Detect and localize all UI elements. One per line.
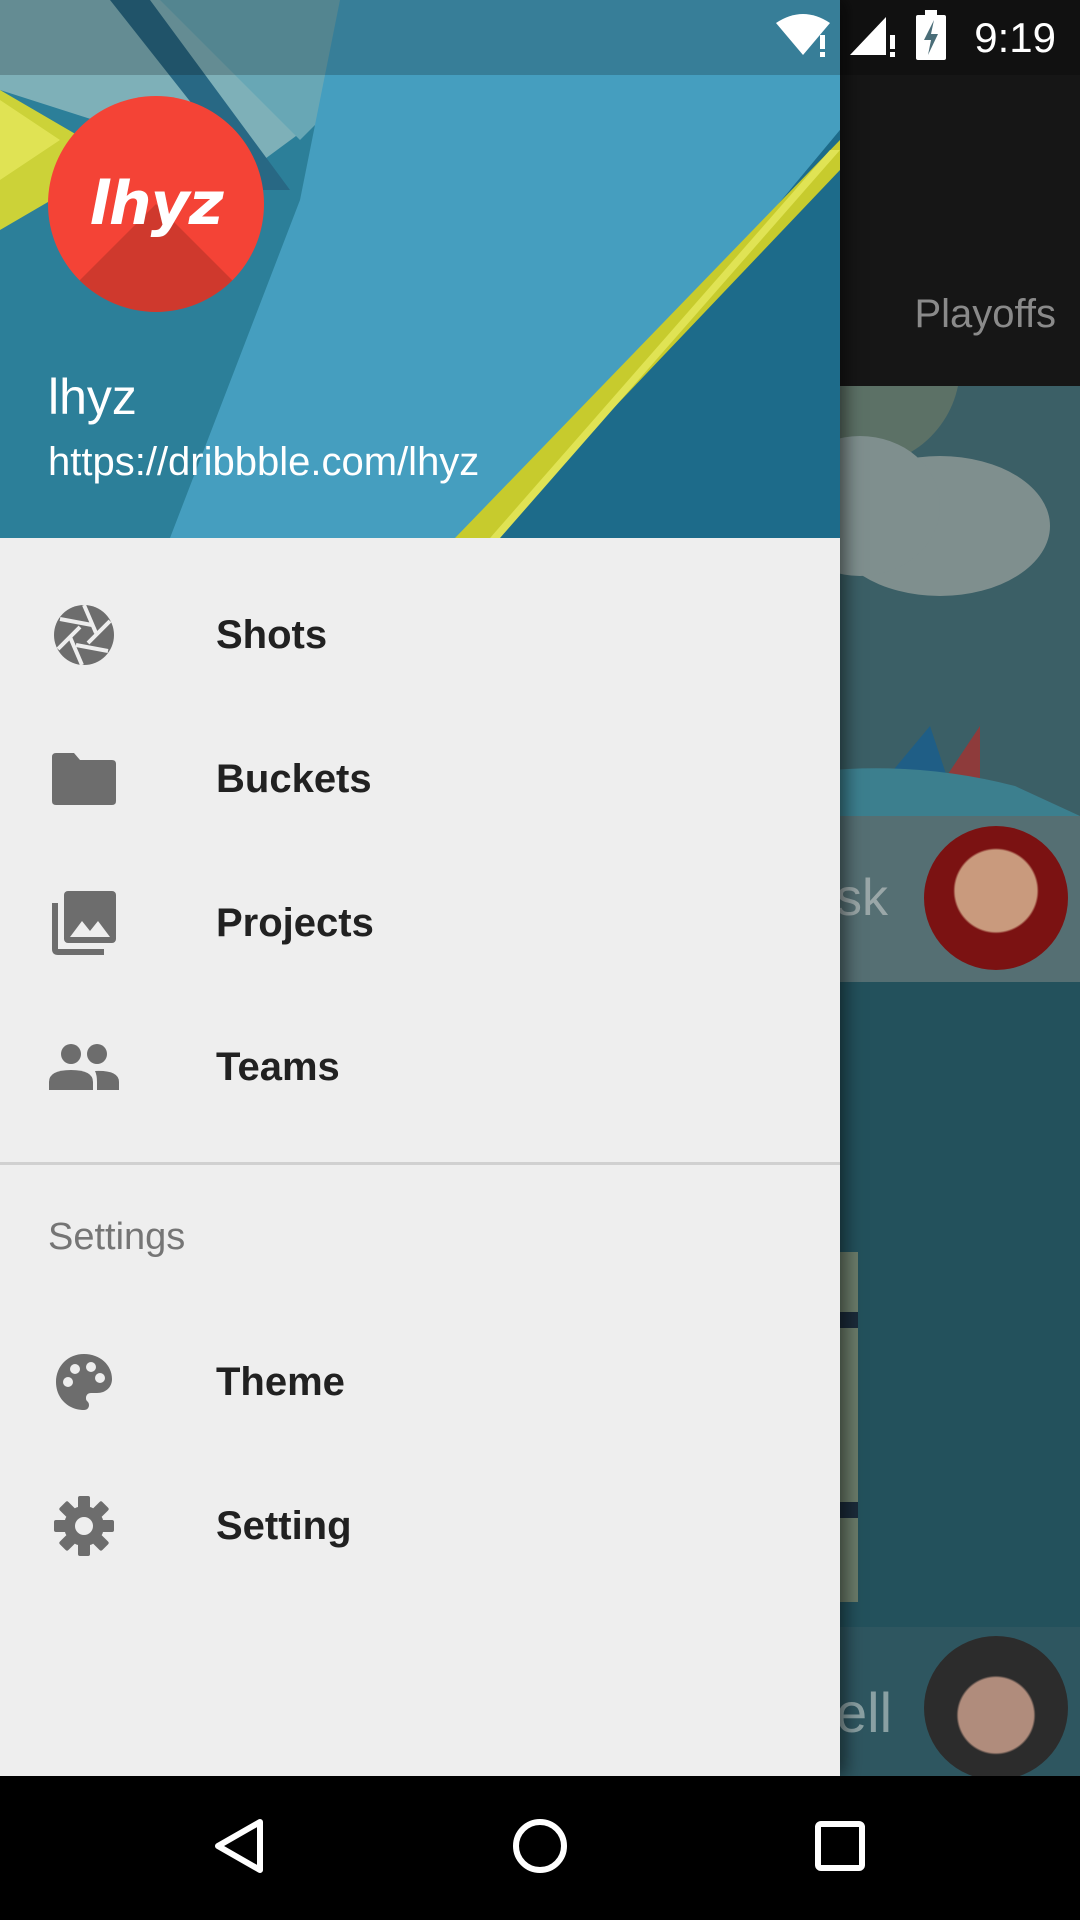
background-tab-playoffs: Playoffs <box>914 292 1056 336</box>
drawer-item-label: Projects <box>216 900 374 945</box>
drawer-item-label: Buckets <box>216 756 372 801</box>
gear-icon <box>48 1490 120 1562</box>
settings-section-header: Settings <box>48 1216 186 1258</box>
folder-icon <box>48 743 120 815</box>
status-time: 9:19 <box>974 13 1056 61</box>
drawer-item-shots[interactable]: Shots <box>0 563 840 707</box>
user-name: lhyz <box>48 369 137 425</box>
avatar-logo-text: lhyz <box>89 169 223 239</box>
home-button[interactable] <box>490 1798 590 1898</box>
system-navigation-bar <box>0 1776 1080 1920</box>
status-bar: 9:19 <box>0 0 1080 75</box>
user-profile-url: https://dribbble.com/lhyz <box>48 440 480 484</box>
back-button[interactable] <box>190 1798 290 1898</box>
cell-signal-icon <box>850 13 898 62</box>
drawer-item-projects[interactable]: Projects <box>0 851 840 995</box>
battery-charging-icon <box>916 10 947 65</box>
home-icon <box>510 1816 570 1881</box>
background-avatar <box>924 1636 1068 1776</box>
recents-icon <box>810 1816 870 1881</box>
navigation-drawer: lhyz lhyz https://dribbble.com/lhyz Shot… <box>0 0 840 1776</box>
background-card-text: sk <box>836 869 888 927</box>
drawer-item-label: Theme <box>216 1359 345 1404</box>
drawer-item-teams[interactable]: Teams <box>0 995 840 1139</box>
drawer-item-label: Teams <box>216 1044 340 1089</box>
background-avatar <box>924 826 1068 970</box>
palette-icon <box>48 1346 120 1418</box>
photo-library-icon <box>48 887 120 959</box>
back-icon <box>210 1816 270 1881</box>
background-card-text: ell <box>836 1681 893 1744</box>
drawer-item-buckets[interactable]: Buckets <box>0 707 840 851</box>
drawer-item-setting[interactable]: Setting <box>0 1454 840 1598</box>
drawer-item-label: Shots <box>216 612 328 657</box>
user-avatar[interactable]: lhyz <box>48 96 264 312</box>
drawer-item-theme[interactable]: Theme <box>0 1310 840 1454</box>
drawer-divider <box>0 1162 840 1165</box>
people-icon <box>48 1031 120 1103</box>
drawer-item-label: Setting <box>216 1503 352 1548</box>
wifi-icon <box>774 13 832 62</box>
drawer-header: lhyz lhyz https://dribbble.com/lhyz <box>0 0 840 538</box>
camera-shutter-icon <box>48 599 120 671</box>
recents-button[interactable] <box>790 1798 890 1898</box>
